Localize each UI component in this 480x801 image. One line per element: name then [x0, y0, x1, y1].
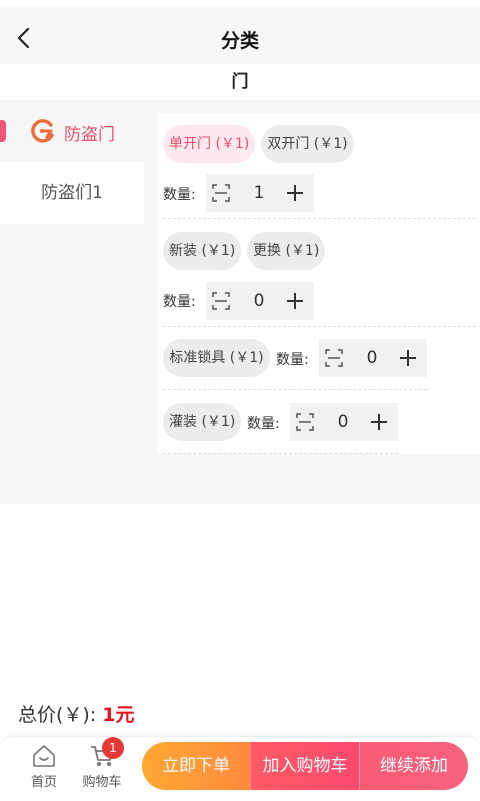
scan-icon[interactable] [212, 292, 230, 310]
total-amount: 1元 [102, 704, 135, 726]
brand-logo-icon [31, 119, 54, 143]
scan-icon[interactable] [296, 413, 314, 431]
cart-badge: 1 [102, 737, 124, 759]
quantity-stepper: 0 [206, 282, 314, 320]
divider [163, 453, 398, 454]
option-chip[interactable]: 双开门 (￥1) [261, 125, 354, 163]
active-indicator [0, 120, 6, 142]
quantity-stepper: 0 [290, 403, 398, 441]
scan-icon[interactable] [325, 349, 343, 367]
total-price: 总价(￥): 1元 [18, 700, 134, 727]
action-buttons: 立即下单 加入购物车 继续添加 [142, 742, 468, 790]
option-chip[interactable]: 单开门 (￥1) [163, 125, 255, 163]
quantity-label: 数量: [163, 187, 196, 203]
plus-icon[interactable] [286, 292, 304, 310]
sidebar-item-active[interactable]: 防盗门 [0, 100, 144, 162]
option-chip[interactable]: 标准锁具 (￥1) [163, 339, 270, 377]
quantity-value[interactable]: 0 [242, 282, 276, 320]
scan-icon[interactable] [212, 184, 230, 202]
sidebar-active-label: 防盗门 [64, 125, 115, 145]
top-bar: 分类 [0, 0, 480, 64]
plus-icon[interactable] [286, 184, 304, 202]
quantity-label: 数量: [276, 352, 309, 368]
quantity-label: 数量: [163, 294, 196, 310]
nav-home-label: 首页 [30, 775, 57, 790]
option-chip[interactable]: 灌装 (￥1) [163, 403, 241, 441]
add-to-cart-button[interactable]: 加入购物车 [250, 742, 359, 790]
divider [163, 326, 476, 327]
nav-cart-label: 购物车 [82, 775, 122, 790]
continue-add-button[interactable]: 继续添加 [359, 742, 468, 790]
quantity-stepper: 0 [319, 339, 427, 377]
plus-icon[interactable] [399, 349, 417, 367]
sidebar-item[interactable]: 防盗们1 [0, 162, 144, 224]
quantity-stepper: 1 [206, 174, 314, 212]
quantity-value[interactable]: 0 [355, 339, 389, 377]
divider [163, 218, 476, 219]
order-now-button[interactable]: 立即下单 [142, 742, 250, 790]
nav-home[interactable]: 首页 [22, 743, 66, 797]
category-title: 门 [0, 64, 480, 100]
nav-cart[interactable]: 购物车 1 [76, 737, 128, 797]
total-label: 总价(￥): [18, 704, 97, 726]
plus-icon[interactable] [370, 413, 388, 431]
option-chip[interactable]: 新装 (￥1) [163, 232, 241, 270]
home-icon [33, 745, 55, 767]
divider [163, 389, 427, 390]
quantity-value[interactable]: 1 [242, 174, 276, 212]
page-title: 分类 [220, 30, 259, 52]
option-chip[interactable]: 更换 (￥1) [247, 232, 325, 270]
quantity-label: 数量: [247, 416, 280, 432]
quantity-value[interactable]: 0 [326, 403, 360, 441]
